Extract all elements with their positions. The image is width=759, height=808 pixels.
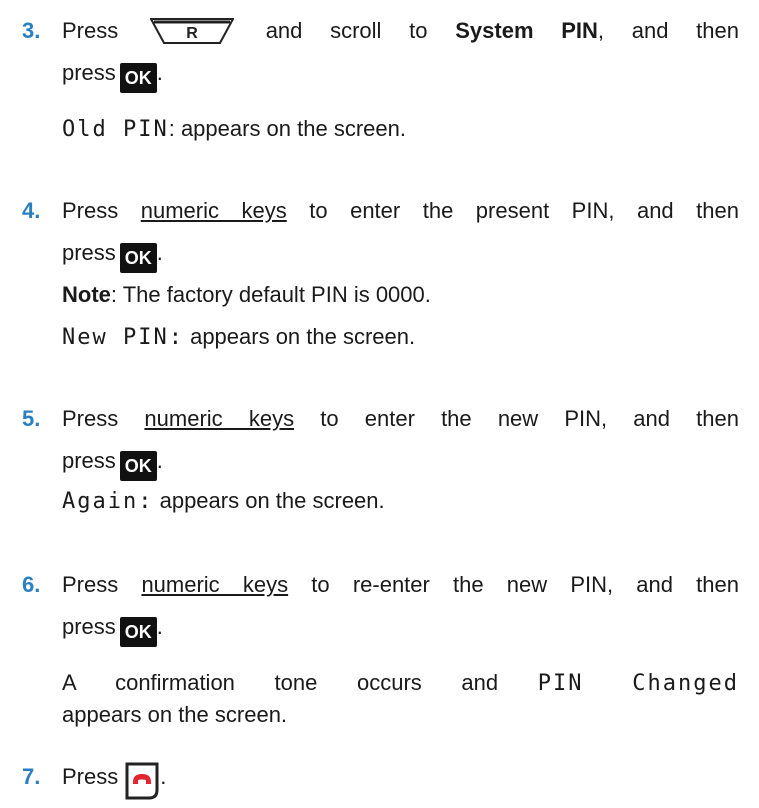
text: press (62, 60, 116, 85)
lcd-text: New PIN: (62, 325, 184, 350)
text: to enter the present PIN, and then (309, 198, 739, 223)
step-3-line-1: Press R and scroll to System PIN, and th… (62, 16, 739, 52)
step-4-note: Note: The factory default PIN is 0000. (62, 280, 739, 310)
step-number: 3. (22, 18, 41, 43)
step-number: 4. (22, 198, 41, 223)
text: appears on the screen. (183, 324, 416, 349)
text: : appears on the screen. (168, 116, 406, 141)
r-key-label: R (186, 25, 198, 42)
text: Press (62, 198, 119, 223)
step-4-line-1: Press numeric keys to enter the present … (62, 196, 739, 226)
text: press (62, 448, 116, 473)
text: Press (62, 764, 119, 789)
step-6-line-1: Press numeric keys to re-enter the new P… (62, 570, 739, 600)
text: appears on the screen. (153, 488, 385, 513)
ok-key-icon: OK (119, 243, 157, 273)
step-number: 6. (22, 572, 41, 597)
text: to re-enter the new PIN, and then (311, 572, 739, 597)
text: and scroll to (265, 18, 428, 43)
text: A confirmation tone occurs and (62, 670, 499, 695)
text: . (156, 614, 163, 639)
text: Press (62, 18, 119, 43)
step-7-line-1: Press . (62, 762, 739, 808)
step-6-line-3: A confirmation tone occurs and PIN Chang… (62, 668, 739, 699)
text: Press (62, 572, 119, 597)
lcd-text: PIN Changed (537, 671, 739, 696)
r-softkey-icon: R (149, 18, 235, 52)
lcd-text: Again: (62, 489, 154, 514)
text: . (156, 60, 163, 85)
step-3-line-3: Old PIN: appears on the screen. (62, 114, 739, 145)
step-4-line-2: press OK. (62, 238, 739, 273)
text: appears on the screen. (62, 702, 288, 727)
numeric-keys-term: numeric keys (140, 198, 287, 223)
ok-key-icon: OK (119, 451, 157, 481)
text: to enter the new PIN, and then (320, 406, 739, 431)
step-5-line-3: Again: appears on the screen. (62, 486, 739, 517)
step-6-line-4: appears on the screen. (62, 700, 739, 730)
numeric-keys-term: numeric keys (144, 406, 295, 431)
numeric-keys-term: numeric keys (141, 572, 289, 597)
end-call-key-icon (124, 762, 160, 808)
ok-key-icon: OK (119, 617, 157, 647)
lcd-text: Old PIN (62, 117, 169, 142)
step-5-line-1: Press numeric keys to enter the new PIN,… (62, 404, 739, 434)
menu-item-name: System PIN (455, 18, 598, 43)
text: . (156, 448, 163, 473)
text: press (62, 240, 116, 265)
note-label: Note (62, 282, 111, 307)
step-number: 5. (22, 406, 41, 431)
step-5-line-2: press OK. (62, 446, 739, 481)
text: press (62, 614, 116, 639)
step-4-line-4: New PIN: appears on the screen. (62, 322, 739, 353)
text: Press (62, 406, 119, 431)
text: , and then (597, 18, 739, 43)
text: . (160, 764, 167, 789)
text: . (156, 240, 163, 265)
ok-key-icon: OK (119, 63, 157, 93)
step-6-line-2: press OK. (62, 612, 739, 647)
step-3-line-2: press OK. (62, 58, 739, 93)
step-number: 7. (22, 764, 41, 789)
note-text: : The factory default PIN is 0000. (110, 282, 431, 307)
